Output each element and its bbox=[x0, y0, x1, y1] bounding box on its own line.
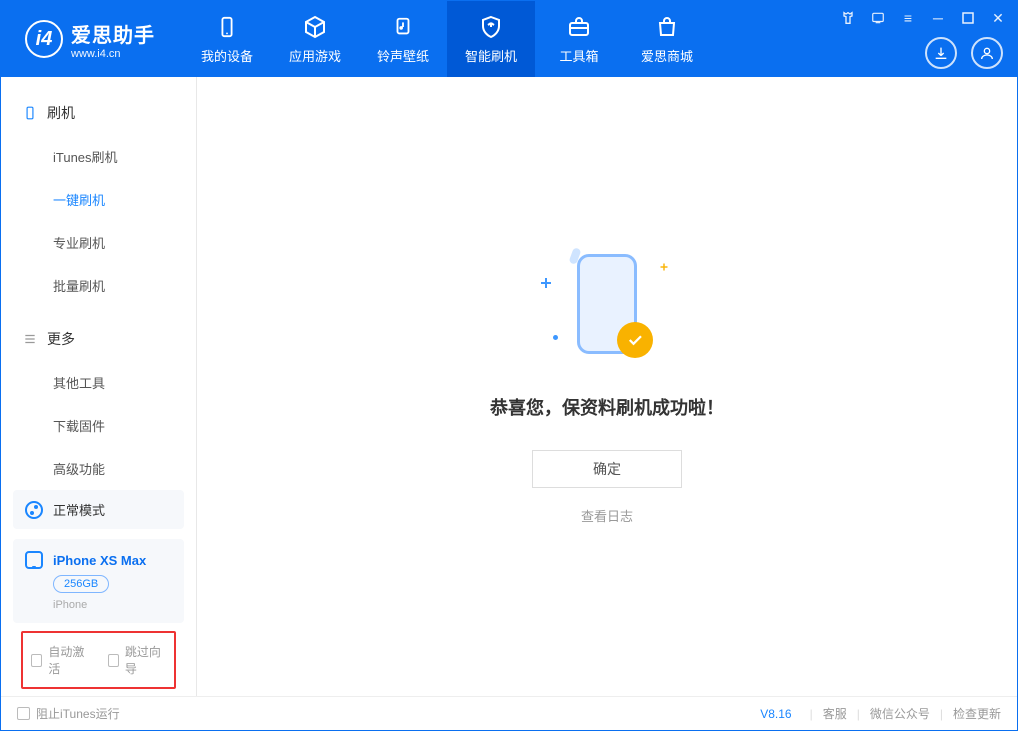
mode-label: 正常模式 bbox=[53, 500, 105, 519]
wechat-link[interactable]: 微信公众号 bbox=[870, 705, 930, 722]
checkbox-auto-activate[interactable]: 自动激活 bbox=[31, 643, 90, 677]
shield-icon bbox=[478, 14, 504, 40]
options-highlight-box: 自动激活 跳过向导 bbox=[21, 631, 176, 689]
logo-icon: i4 bbox=[25, 20, 63, 58]
sidebar-item-itunes[interactable]: iTunes刷机 bbox=[1, 135, 196, 178]
body: 刷机 iTunes刷机 一键刷机 专业刷机 批量刷机 更多 其他工具 下载固件 … bbox=[1, 77, 1017, 696]
success-illustration bbox=[547, 248, 667, 368]
checkbox-label: 跳过向导 bbox=[125, 643, 166, 677]
download-button[interactable] bbox=[925, 37, 957, 69]
checkbox-skip-guide[interactable]: 跳过向导 bbox=[108, 643, 167, 677]
sidebar-item-firmware[interactable]: 下载固件 bbox=[1, 404, 196, 447]
device-card[interactable]: iPhone XS Max 256GB iPhone bbox=[13, 539, 184, 623]
app-name: 爱思助手 bbox=[71, 19, 155, 48]
maximize-button[interactable] bbox=[957, 7, 979, 29]
tab-ringtones[interactable]: 铃声壁纸 bbox=[359, 1, 447, 77]
checkbox-icon bbox=[31, 654, 42, 667]
device-mode-card[interactable]: 正常模式 bbox=[13, 490, 184, 529]
window-controls: ≡ ─ ✕ bbox=[837, 7, 1009, 29]
mode-icon bbox=[25, 501, 43, 519]
view-log-link[interactable]: 查看日志 bbox=[581, 506, 633, 525]
ok-button[interactable]: 确定 bbox=[532, 450, 682, 488]
tab-label: 智能刷机 bbox=[465, 46, 517, 65]
cube-icon bbox=[302, 14, 328, 40]
checkbox-label: 自动激活 bbox=[48, 643, 89, 677]
app-subtitle: www.i4.cn bbox=[71, 48, 155, 60]
checkbox-block-itunes[interactable]: 阻止iTunes运行 bbox=[17, 705, 120, 722]
main-content: 恭喜您，保资料刷机成功啦！ 确定 查看日志 bbox=[197, 77, 1017, 696]
bag-icon bbox=[654, 14, 680, 40]
tab-store[interactable]: 爱思商城 bbox=[623, 1, 711, 77]
tab-label: 应用游戏 bbox=[289, 46, 341, 65]
close-button[interactable]: ✕ bbox=[987, 7, 1009, 29]
main-tabs: 我的设备 应用游戏 铃声壁纸 智能刷机 工具箱 爱思商城 bbox=[183, 1, 711, 77]
list-icon bbox=[23, 332, 37, 346]
checkbox-icon bbox=[108, 654, 119, 667]
device-name: iPhone XS Max bbox=[53, 553, 146, 568]
group-label: 更多 bbox=[47, 329, 75, 349]
sidebar-group-flash: 刷机 bbox=[1, 95, 196, 135]
tab-label: 爱思商城 bbox=[641, 46, 693, 65]
app-window: i4 爱思助手 www.i4.cn 我的设备 应用游戏 铃声壁纸 智能刷机 bbox=[0, 0, 1018, 731]
support-link[interactable]: 客服 bbox=[823, 705, 847, 722]
tab-label: 我的设备 bbox=[201, 46, 253, 65]
sidebar-group-more: 更多 bbox=[1, 321, 196, 361]
sidebar-item-pro[interactable]: 专业刷机 bbox=[1, 221, 196, 264]
phone-small-icon bbox=[23, 106, 37, 120]
titlebar: i4 爱思助手 www.i4.cn 我的设备 应用游戏 铃声壁纸 智能刷机 bbox=[1, 1, 1017, 77]
toolbox-icon bbox=[566, 14, 592, 40]
tab-label: 工具箱 bbox=[559, 46, 598, 65]
tab-label: 铃声壁纸 bbox=[377, 46, 429, 65]
sidebar: 刷机 iTunes刷机 一键刷机 专业刷机 批量刷机 更多 其他工具 下载固件 … bbox=[1, 77, 197, 696]
music-icon bbox=[390, 14, 416, 40]
feedback-icon[interactable] bbox=[867, 7, 889, 29]
device-icon bbox=[25, 551, 43, 569]
sparkle-icon bbox=[541, 278, 551, 288]
menu-icon[interactable]: ≡ bbox=[897, 7, 919, 29]
check-badge-icon bbox=[617, 322, 653, 358]
checkbox-icon bbox=[17, 707, 30, 720]
account-button[interactable] bbox=[971, 37, 1003, 69]
phone-icon bbox=[214, 14, 240, 40]
sidebar-item-other[interactable]: 其他工具 bbox=[1, 361, 196, 404]
checkbox-label: 阻止iTunes运行 bbox=[36, 705, 120, 722]
header-right-buttons bbox=[925, 37, 1003, 69]
sidebar-item-advanced[interactable]: 高级功能 bbox=[1, 447, 196, 490]
check-update-link[interactable]: 检查更新 bbox=[953, 705, 1001, 722]
version-label: V8.16 bbox=[760, 707, 791, 721]
dot-icon bbox=[553, 335, 558, 340]
tab-apps[interactable]: 应用游戏 bbox=[271, 1, 359, 77]
sidebar-item-onekey[interactable]: 一键刷机 bbox=[1, 178, 196, 221]
storage-badge: 256GB bbox=[53, 575, 109, 593]
success-message: 恭喜您，保资料刷机成功啦！ bbox=[490, 394, 724, 420]
sparkle-icon bbox=[661, 264, 668, 271]
logo: i4 爱思助手 www.i4.cn bbox=[1, 19, 173, 60]
tab-device[interactable]: 我的设备 bbox=[183, 1, 271, 77]
minimize-button[interactable]: ─ bbox=[927, 7, 949, 29]
statusbar: 阻止iTunes运行 V8.16 | 客服 | 微信公众号 | 检查更新 bbox=[1, 696, 1017, 730]
sidebar-item-batch[interactable]: 批量刷机 bbox=[1, 264, 196, 307]
group-label: 刷机 bbox=[47, 103, 75, 123]
tab-flash[interactable]: 智能刷机 bbox=[447, 1, 535, 77]
shirt-icon[interactable] bbox=[837, 7, 859, 29]
device-type: iPhone bbox=[53, 599, 172, 611]
tab-tools[interactable]: 工具箱 bbox=[535, 1, 623, 77]
